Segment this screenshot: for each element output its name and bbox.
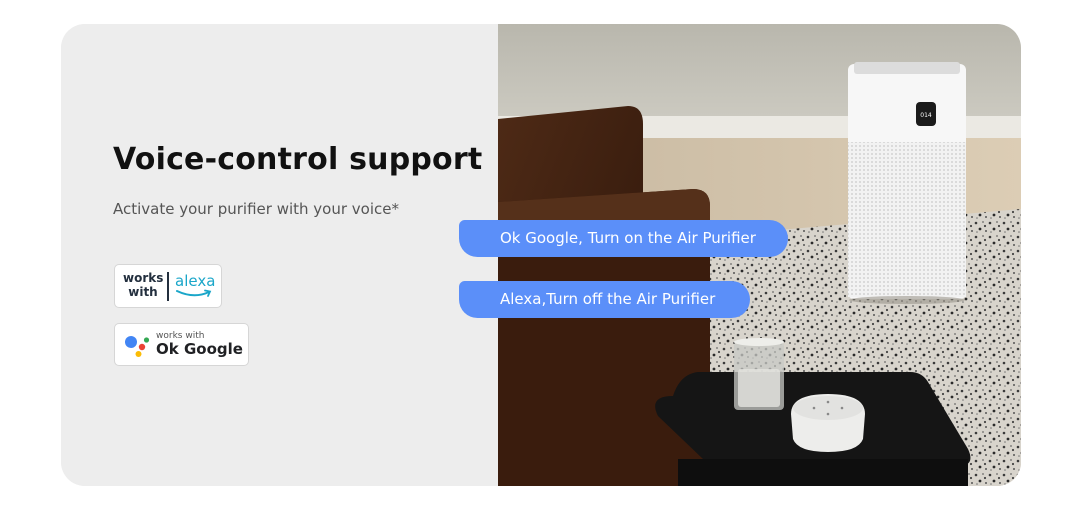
alexa-divider [167, 272, 169, 301]
alexa-works-with-label: works with [123, 271, 163, 299]
alexa-brand-label: alexa [175, 272, 216, 290]
google-assistant-dots-icon [125, 336, 150, 357]
text-panel: Voice-control support Activate your puri… [61, 24, 498, 486]
works-with-alexa-badge: works with alexa [114, 264, 222, 308]
google-voice-command-bubble: Ok Google, Turn on the Air Purifier [459, 220, 788, 257]
works-with-google-badge: works with Ok Google [114, 323, 249, 366]
alexa-voice-command-bubble: Alexa,Turn off the Air Purifier [459, 281, 750, 318]
section-subtitle: Activate your purifier with your voice* [113, 200, 399, 218]
amazon-smile-icon [176, 289, 212, 297]
purifier-display-value: 014 [920, 112, 932, 119]
alexa-with-text: with [128, 285, 158, 299]
alexa-works-text: works [123, 271, 164, 285]
section-title: Voice-control support [113, 142, 483, 177]
google-brand-label: Ok Google [156, 340, 243, 358]
